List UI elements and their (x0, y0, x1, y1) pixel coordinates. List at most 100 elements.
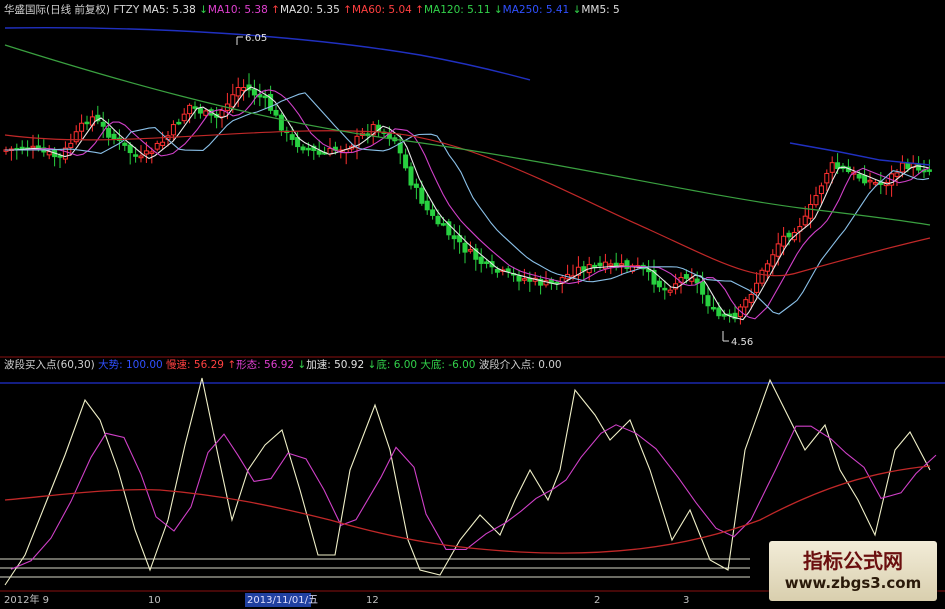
candlestick (543, 271, 549, 288)
candlestick (284, 126, 290, 142)
candlestick (89, 110, 95, 132)
candlestick (845, 159, 851, 174)
candlestick-series (3, 73, 932, 325)
main-header-item: MM5: 5 (581, 4, 619, 16)
date-axis-label: 10 (148, 595, 161, 606)
low-price-marker: 4.56 (722, 331, 753, 348)
main-header-item: MA250: 5.41 (503, 4, 573, 16)
candlestick (629, 263, 635, 274)
ma10-line (5, 89, 930, 320)
main-header-item: ↓ (573, 4, 582, 16)
candlestick (759, 267, 765, 287)
date-axis-label: 3 (683, 595, 689, 606)
candlestick (705, 286, 711, 314)
main-panel-header: 华盛国际(日线 前复权) FTZY MA5: 5.38 ↓MA10: 5.38 … (4, 3, 620, 16)
candlestick (19, 140, 25, 155)
main-header-item: MA120: 5.11 (424, 4, 494, 16)
candlestick (343, 143, 349, 165)
ind-header-item: 波段买入点(60,30) (4, 358, 98, 371)
candlestick (241, 79, 247, 101)
date-axis-label: 2012年 9 (4, 593, 49, 606)
ind-header-item: 波段介入点: 0.00 (479, 358, 562, 371)
candlestick (208, 107, 214, 124)
candlestick (446, 218, 452, 240)
ma5-line (5, 86, 930, 321)
candlestick (824, 169, 830, 192)
candlestick (95, 105, 101, 125)
ind-header-item: 加速: 50.92 (306, 359, 367, 371)
ma60-line (4, 130, 931, 277)
candlestick (538, 275, 544, 295)
candlestick (41, 139, 47, 157)
ma250-line (789, 142, 931, 166)
low-price-label: 4.56 (731, 337, 753, 348)
candlestick (424, 194, 430, 215)
candlestick (3, 146, 9, 155)
main-header-item: ↓ (199, 4, 208, 16)
ind-header-item: 慢速: 56.29 (166, 359, 227, 371)
candlestick (8, 146, 14, 161)
candlestick (181, 108, 187, 124)
candlestick (365, 124, 371, 144)
date-axis-cursor-label: 2013/11/01/五 (247, 595, 318, 606)
candlestick (73, 125, 79, 145)
candlestick (478, 248, 484, 273)
candlestick (197, 103, 203, 119)
candlestick (802, 206, 808, 229)
candlestick (619, 254, 625, 276)
candlestick (322, 146, 328, 155)
candlestick (656, 277, 662, 293)
candlestick (154, 140, 160, 152)
candlestick (262, 89, 268, 109)
main-header-item: MA20: 5.35 (280, 4, 343, 16)
date-axis-label: 12 (366, 595, 379, 606)
candlestick (273, 105, 279, 118)
candlestick (79, 114, 85, 140)
candlestick (278, 112, 284, 136)
watermark-title: 指标公式网 (803, 549, 903, 573)
candlestick (176, 118, 182, 126)
main-header-item: ↑ (271, 4, 280, 16)
candlestick (813, 186, 819, 208)
candlestick (359, 127, 365, 140)
ind-header-item: 大底: -6.00 (420, 358, 478, 371)
candlestick (516, 270, 522, 291)
candlestick (640, 262, 646, 276)
main-header-item: ↑ (343, 4, 352, 16)
main-header-item: MA5: 5.38 (143, 4, 200, 16)
watermark-url: www.zbgs3.com (784, 574, 922, 592)
main-header-item: MA10: 5.38 (208, 4, 271, 16)
candlestick (624, 258, 630, 273)
candlestick (829, 156, 835, 184)
ma20-line (5, 92, 930, 315)
candlestick (300, 144, 306, 154)
candlestick (646, 260, 652, 281)
candlestick (84, 115, 90, 131)
candlestick (457, 225, 463, 254)
candlestick (408, 162, 414, 190)
date-axis: 2012年 9 10 2013/11/01/五 12 2 3 (4, 593, 689, 607)
date-axis-label: 2 (594, 595, 600, 606)
candlestick (289, 126, 295, 146)
ind-header-item: 形态: 56.92 (236, 358, 297, 371)
candlestick (867, 172, 873, 189)
ma250-line (4, 27, 531, 81)
high-price-label: 6.05 (245, 33, 267, 44)
moving-average-lines (4, 27, 931, 321)
candlestick (246, 73, 252, 98)
candlestick (122, 141, 128, 151)
ma120-line (4, 44, 931, 226)
indicator-panel-header: 波段买入点(60,30) 大势: 100.00 慢速: 56.29 ↑形态: 5… (4, 358, 562, 371)
main-header-item: ↑ (415, 4, 424, 16)
candlestick (737, 303, 743, 325)
main-header-item: ↓ (494, 4, 503, 16)
ind-header-item: ↑ (227, 359, 236, 371)
stock-chart-window: 华盛国际(日线 前复权) FTZY MA5: 5.38 ↓MA10: 5.38 … (0, 0, 945, 609)
candlestick (14, 143, 20, 160)
kline-chart[interactable]: 华盛国际(日线 前复权) FTZY MA5: 5.38 ↓MA10: 5.38 … (0, 0, 945, 609)
ind-header-item: ↓ (297, 359, 306, 371)
main-header-item: 华盛国际(日线 前复权) FTZY (4, 3, 143, 16)
ind-header-item: 大势: 100.00 (98, 358, 166, 371)
candlestick (910, 155, 916, 177)
site-watermark: 指标公式网 www.zbgs3.com (769, 541, 937, 601)
